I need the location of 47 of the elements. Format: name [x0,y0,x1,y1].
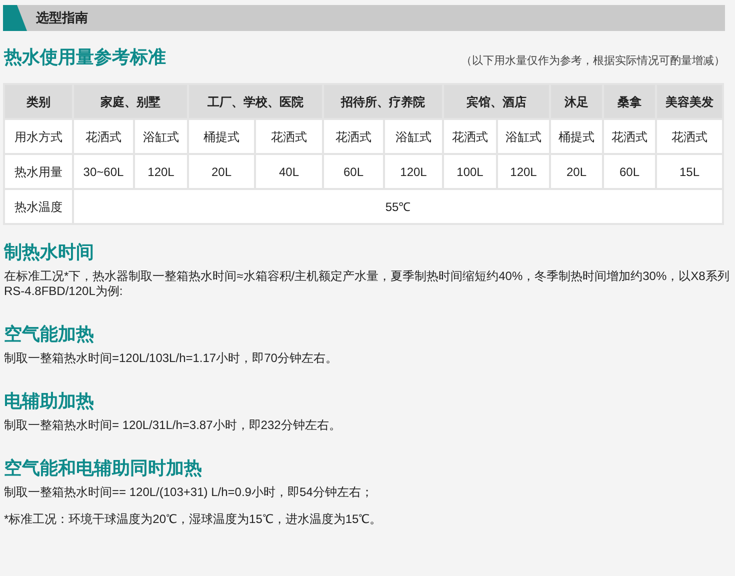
table-cell: 桶提式 [188,119,255,154]
header-cell: 类别 [4,84,73,119]
table-cell: 120L [497,154,550,189]
table-cell: 60L [603,154,656,189]
table-cell: 55℃ [73,189,723,224]
section-heading: 电辅助加热 [4,390,95,413]
body-text: 制取一整箱热水时间= 120L/31L/h=3.87小时，即232分钟左右。 [4,418,342,433]
table-cell: 40L [255,154,323,189]
row-label: 用水方式 [4,119,73,154]
table-cell: 桶提式 [550,119,603,154]
row-label: 热水温度 [4,189,73,224]
section-heading: 空气能和电辅助同时加热 [4,457,203,480]
header-cell: 美容美发 [656,84,723,119]
table-cell: 花洒式 [73,119,134,154]
note-text: （以下用水量仅作为参考，根据实际情况可酌量增减） [461,54,725,68]
header-cell: 沐足 [550,84,603,119]
table-cell: 花洒式 [323,119,384,154]
table-cell: 浴缸式 [497,119,550,154]
table-cell: 100L [443,154,497,189]
section-title: 选型指南 [36,9,88,28]
tab-marker-icon [3,5,27,31]
table-cell: 浴缸式 [384,119,443,154]
row-label: 热水用量 [4,154,73,189]
table-cell: 15L [656,154,723,189]
header-cell: 家庭、别墅 [73,84,188,119]
table-cell: 花洒式 [656,119,723,154]
table-cell: 浴缸式 [134,119,188,154]
body-text: *标准工况：环境干球温度为20℃，湿球温度为15℃，进水温度为15℃。 [4,512,383,527]
table-cell: 20L [550,154,603,189]
table-cell: 花洒式 [443,119,497,154]
table-cell: 花洒式 [255,119,323,154]
page-heading: 热水使用量参考标准 [4,46,166,69]
table-cell: 30~60L [73,154,134,189]
table-cell: 120L [134,154,188,189]
body-text: 制取一整箱热水时间== 120L/(103+31) L/h=0.9小时，即54分钟左右； [4,485,374,500]
header-cell: 桑拿 [603,84,656,119]
table-cell: 120L [384,154,443,189]
table-cell: 20L [188,154,255,189]
body-text: 制取一整箱热水时间=120L/103L/h=1.17小时，即70分钟左右。 [4,351,338,366]
header-cell: 宾馆、酒店 [443,84,550,119]
section-heading: 空气能加热 [4,323,95,346]
table-cell: 花洒式 [603,119,656,154]
section-heading: 制热水时间 [4,241,95,264]
header-cell: 工厂、学校、医院 [188,84,323,119]
body-text: 在标准工况*下，热水器制取一整箱热水时间≈水箱容积/主机额定产水量，夏季制热时间缩短约40%，冬季制热时间增加约30%，以X8系列RS-4.8FBD/120L为例: [4,269,730,299]
header-cell: 招待所、疗养院 [323,84,443,119]
table-cell: 60L [323,154,384,189]
